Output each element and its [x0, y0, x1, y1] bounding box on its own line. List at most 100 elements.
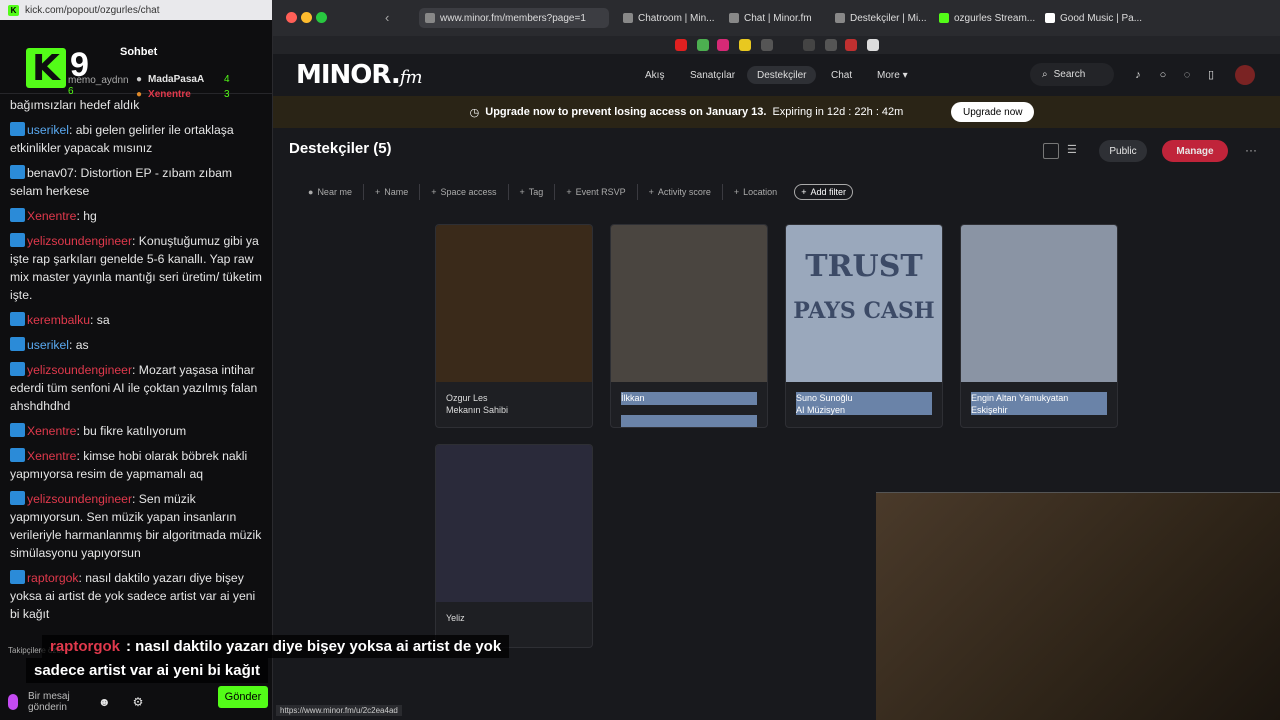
bookmark-icon[interactable] [867, 39, 879, 51]
chat-header: K 9 Sohbet memo_aydnn 6 ● MadaPasaA 4 ● … [0, 20, 272, 100]
filter-location[interactable]: + Location [721, 184, 788, 200]
minimize-window-icon[interactable] [301, 12, 312, 23]
badge-icon [10, 312, 25, 326]
list-view-icon[interactable]: ☰ [1067, 143, 1083, 159]
youtube-icon[interactable] [675, 39, 687, 51]
site-navbar: MINOR.fm Akış Sanatçılar Destekçiler Cha… [273, 54, 1280, 96]
upgrade-now-button[interactable]: Upgrade now [951, 102, 1035, 122]
plus-icon: + [566, 187, 572, 197]
nav-destekciler[interactable]: Destekçiler [747, 66, 817, 84]
nav-akis[interactable]: Akış [635, 66, 674, 84]
chat-username[interactable]: Xenentre [27, 424, 76, 438]
chat-message-text: : sa [90, 313, 110, 327]
settings-icon[interactable]: ⚙ [133, 695, 144, 709]
emoji-icon[interactable]: ☻ [98, 695, 111, 709]
chat-username[interactable]: kerembalku [27, 313, 90, 327]
leaderboard-row[interactable]: ● MadaPasaA 4 [136, 72, 230, 87]
plus-icon: + [519, 187, 525, 197]
chat-input[interactable]: Bir mesaj gönderin [28, 691, 88, 713]
plus-icon: + [374, 187, 381, 197]
chat-username[interactable]: userikel [27, 338, 69, 352]
page-title: Destekçiler (5) [289, 140, 392, 157]
member-card[interactable]: Yeliz [435, 444, 593, 648]
site-logo[interactable]: MINOR.fm [296, 60, 423, 90]
plus-icon: + [733, 187, 740, 197]
chat-username[interactable]: yelizsoundengineer [27, 234, 132, 248]
instagram-icon[interactable] [717, 39, 729, 51]
filter-tag[interactable]: + Tag [507, 184, 555, 200]
chat-message: benav07: Distortion EP - zıbam zıbam sel… [10, 164, 262, 200]
member-card[interactable]: Engin Altan Yamukyatan Eskişehir [960, 224, 1118, 428]
chat-username[interactable]: Xenentre [27, 209, 76, 223]
badge-icon [10, 122, 25, 136]
close-window-icon[interactable] [286, 12, 297, 23]
bell-icon[interactable]: ♪ [1132, 69, 1144, 81]
globe-icon[interactable] [825, 39, 837, 51]
tab-favicon-icon [729, 13, 739, 23]
member-name: Engin Altan Yamukyatan [971, 392, 1107, 405]
chat-username[interactable]: Xenentre [27, 449, 76, 463]
chat-url-text: kick.com/popout/ozgurles/chat [25, 4, 160, 16]
filter-bar: ● Near me + Name + Space access + Tag + Event… [297, 184, 853, 200]
clock-icon: ◷ [469, 106, 480, 119]
emote-icon[interactable] [8, 694, 18, 710]
chat-url-bar[interactable]: K kick.com/popout/ozgurles/chat [0, 0, 272, 20]
globe-icon[interactable] [761, 39, 773, 51]
bookmark-icon[interactable] [739, 39, 751, 51]
badge-icon [10, 337, 25, 351]
chat-username[interactable]: userikel [27, 123, 69, 137]
more-options-icon[interactable]: ··· [1245, 143, 1257, 157]
badge-icon [10, 448, 25, 462]
address-bar[interactable]: www.minor.fm/members?page=1 [419, 8, 609, 28]
member-card[interactable]: TRUST PAYS CASH Suno Sunoğlu AI Müzisyen [785, 224, 943, 428]
public-button[interactable]: Public [1099, 140, 1147, 162]
chat-overlay-line-2: sadece artist var ai yeni bi kağıt [26, 658, 268, 683]
message-icon[interactable]: ○ [1157, 69, 1169, 81]
back-icon[interactable]: ‹ [385, 10, 389, 25]
chat-username[interactable]: yelizsoundengineer [27, 363, 132, 377]
member-name: Yeliz [446, 613, 465, 623]
add-filter-button[interactable]: + Add filter [794, 184, 853, 200]
filter-space-access[interactable]: + Space access [419, 184, 507, 200]
badge-icon [10, 570, 25, 584]
tab-patreon[interactable]: Good Music | Pa... [1039, 8, 1148, 28]
tab-stream[interactable]: ozgurles Stream... [933, 8, 1041, 28]
filter-name[interactable]: + Name [362, 184, 419, 200]
manage-button[interactable]: Manage [1162, 140, 1228, 162]
chat-message: Xenentre: hg [10, 207, 262, 225]
member-subtitle: Eskişehir [971, 405, 1107, 415]
nav-sanatcilar[interactable]: Sanatçılar [680, 66, 745, 84]
chat-bubble-icon[interactable]: ◌ [1181, 69, 1193, 81]
location-pin-icon: ● [308, 187, 314, 197]
filter-event-rsvp[interactable]: + Event RSVP [554, 184, 636, 200]
filter-near-me[interactable]: ● Near me [297, 184, 363, 200]
chat-popout-window: K kick.com/popout/ozgurles/chat K 9 Sohb… [0, 0, 273, 720]
bookmark-icon[interactable]: ▯ [1205, 69, 1217, 81]
chat-username[interactable]: raptorgok [27, 571, 79, 585]
avatar[interactable] [1235, 65, 1255, 85]
tab-chat[interactable]: Chat | Minor.fm [723, 8, 818, 28]
send-button[interactable]: Gönder [218, 686, 268, 708]
chat-message: kerembalku: sa [10, 311, 262, 329]
plus-icon: + [431, 187, 437, 197]
chat-username[interactable]: yelizsoundengineer [27, 492, 132, 506]
filter-activity-score[interactable]: + Activity score [636, 184, 722, 200]
member-card[interactable]: Ozgur Les Mekanın Sahibi [435, 224, 593, 428]
chat-message: yelizsoundengineer: Konuştuğumuz gibi ya… [10, 232, 262, 304]
search-input[interactable]: ⌕ Search [1030, 63, 1114, 86]
maximize-window-icon[interactable] [316, 12, 327, 23]
chat-username[interactable]: benav07 [27, 166, 74, 180]
bookmark-icon[interactable] [845, 39, 857, 51]
tab-destekciler[interactable]: Destekçiler | Mi... [829, 8, 933, 28]
tab-chatroom[interactable]: Chatroom | Min... [617, 8, 721, 28]
grid-view-icon[interactable] [1043, 143, 1059, 159]
member-subtitle: AI Müzisyen [796, 405, 932, 415]
bookmark-icon[interactable] [803, 39, 815, 51]
bookmark-icon[interactable] [697, 39, 709, 51]
member-subtitle [621, 415, 757, 427]
gift-icon: ● [136, 74, 143, 85]
member-card[interactable]: İlkkan [610, 224, 768, 428]
nav-chat[interactable]: Chat [821, 66, 862, 84]
nav-more[interactable]: More ▾ [867, 66, 918, 84]
tab-favicon-icon [623, 13, 633, 23]
